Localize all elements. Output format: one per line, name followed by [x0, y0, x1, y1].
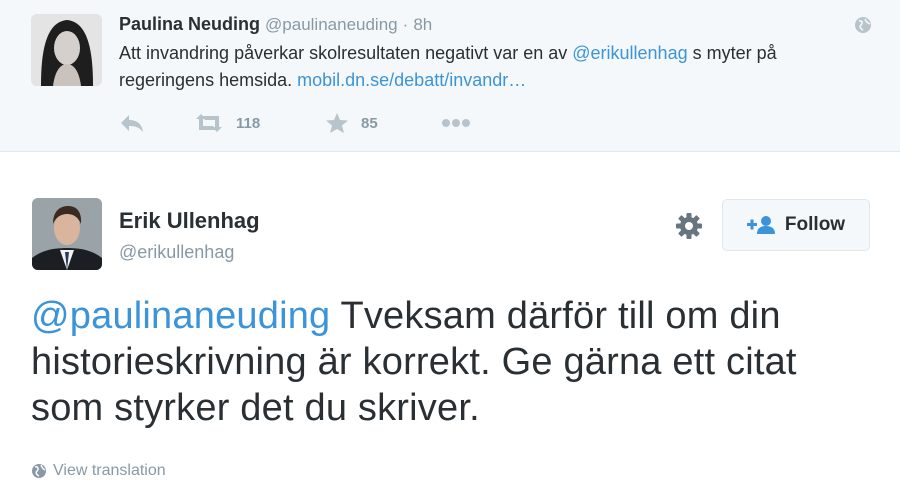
globe-icon: [32, 464, 46, 478]
tweet-text-part: Att invandring påverkar skolresultaten n…: [119, 43, 573, 63]
retweet-icon: [196, 114, 222, 132]
reply-button[interactable]: [119, 111, 145, 135]
author-name[interactable]: Erik Ullenhag: [119, 207, 260, 235]
parent-tweet[interactable]: Paulina Neuding @paulinaneuding · 8h Att…: [0, 0, 900, 152]
view-translation-link[interactable]: View translation: [31, 460, 166, 482]
avatar-photo: [31, 14, 102, 86]
reply-icon: [121, 115, 143, 132]
mention-link[interactable]: @erikullenhag: [572, 43, 687, 63]
tweet-text: @paulinaneuding Tveksam därför till om d…: [31, 293, 851, 431]
more-button[interactable]: [441, 111, 471, 135]
tweet-timestamp[interactable]: 8h: [413, 15, 432, 34]
avatar[interactable]: [32, 198, 102, 270]
star-icon: [326, 113, 348, 133]
favorite-button[interactable]: 85: [325, 111, 378, 135]
globe-icon: [855, 17, 871, 33]
avatar[interactable]: [31, 14, 102, 86]
retweet-button[interactable]: 118: [194, 111, 260, 135]
favorite-count: 85: [361, 114, 378, 132]
retweet-count: 118: [236, 114, 261, 132]
separator: ·: [402, 15, 409, 34]
mention-link[interactable]: @paulinaneuding: [31, 295, 330, 337]
author-name[interactable]: Paulina Neuding: [119, 14, 260, 34]
parent-tweet-header: Paulina Neuding @paulinaneuding · 8h: [119, 12, 432, 37]
author-screen-name[interactable]: @erikullenhag: [119, 240, 234, 264]
url-link[interactable]: mobil.dn.se/debatt/invandr…: [297, 70, 526, 90]
tweet-actions: 118 85: [119, 111, 519, 135]
follow-button[interactable]: Follow: [722, 199, 870, 251]
gear-icon[interactable]: [674, 211, 704, 241]
add-user-icon: [746, 216, 775, 234]
view-translation-label: View translation: [53, 462, 166, 479]
follow-button-label: Follow: [784, 214, 846, 235]
more-icon: [442, 119, 470, 127]
avatar-photo: [32, 198, 102, 270]
author-screen-name[interactable]: @paulinaneuding: [265, 15, 398, 34]
parent-tweet-text: Att invandring påverkar skolresultaten n…: [119, 40, 839, 94]
